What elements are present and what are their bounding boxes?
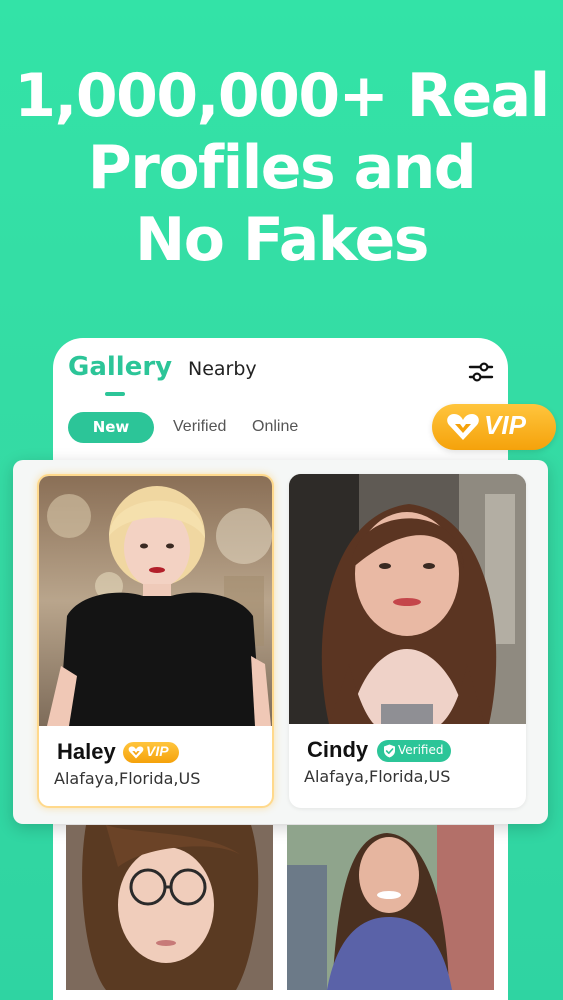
tab-nearby[interactable]: Nearby	[188, 358, 257, 380]
filter-button[interactable]	[467, 358, 495, 386]
profile-location: Alafaya,Florida,US	[304, 767, 451, 786]
heart-vip-icon	[128, 746, 144, 759]
profile-card-haley[interactable]: Haley VIP Alafaya,Florida,US	[37, 474, 274, 808]
profile-photo	[39, 476, 272, 726]
profile-photo-lower-right[interactable]	[287, 825, 494, 990]
profile-photo	[289, 474, 526, 724]
headline: 1,000,000+ Real Profiles and No Fakes	[0, 60, 563, 276]
profile-card-cindy[interactable]: Cindy Verified Alafaya,Florida,US	[289, 474, 526, 808]
headline-line-1: 1,000,000+ Real	[14, 61, 550, 131]
vip-badge-label: VIP	[146, 743, 169, 759]
profile-photo-lower-left[interactable]	[66, 825, 273, 990]
profile-card-overlay: Haley VIP Alafaya,Florida,US Cindy Verif…	[13, 460, 548, 824]
headline-line-2: Profiles and	[87, 133, 477, 203]
vip-pill-label: VIP	[484, 410, 526, 440]
profile-name: Cindy	[307, 737, 369, 762]
filter-sliders-icon	[468, 362, 494, 382]
chip-online[interactable]: Online	[252, 418, 298, 436]
profile-name: Haley	[57, 739, 116, 764]
headline-line-3: No Fakes	[135, 205, 429, 275]
shield-check-icon	[384, 744, 395, 758]
vip-pill[interactable]: VIP	[432, 404, 556, 450]
heart-vip-icon	[447, 414, 479, 440]
tab-gallery[interactable]: Gallery	[68, 352, 172, 382]
verified-badge-label: Verified	[398, 743, 444, 757]
chip-verified[interactable]: Verified	[173, 418, 226, 436]
chip-new[interactable]: New	[68, 412, 154, 443]
top-tab-bar: Gallery Nearby	[53, 338, 508, 408]
profile-location: Alafaya,Florida,US	[54, 769, 201, 788]
verified-badge: Verified	[377, 740, 451, 762]
vip-badge: VIP	[123, 742, 179, 763]
tab-active-indicator	[105, 392, 125, 396]
